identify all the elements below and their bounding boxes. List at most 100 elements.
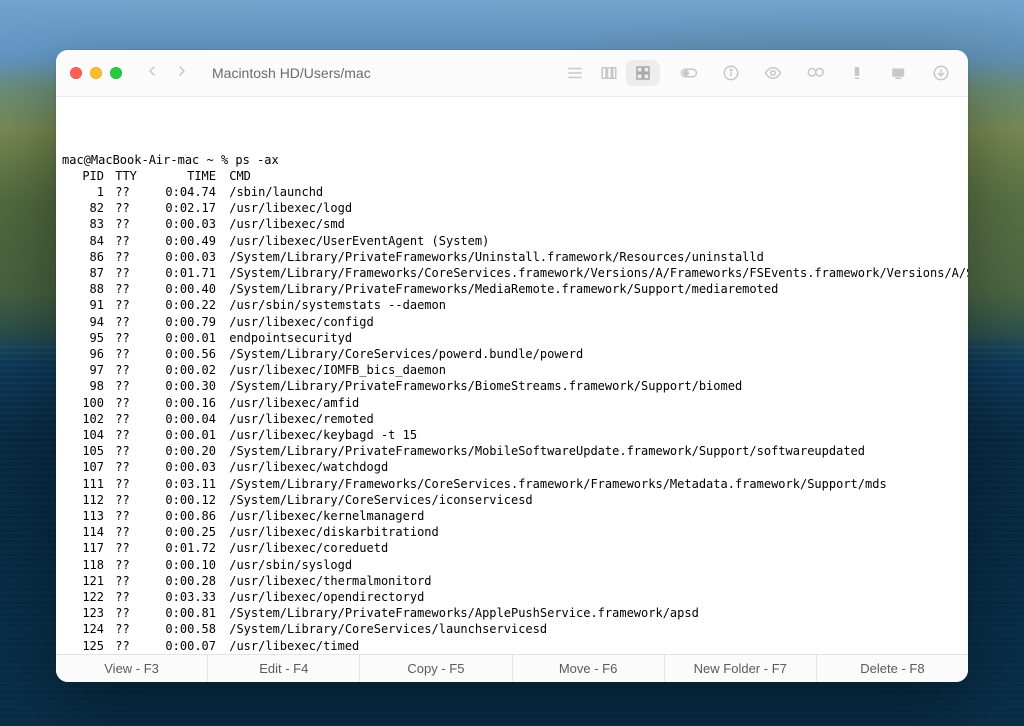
ps-tty: ?? [108, 557, 136, 573]
ps-pid: 117 [60, 540, 108, 556]
ps-pid: 123 [60, 605, 108, 621]
footer-edit-button[interactable]: Edit - F4 [208, 655, 360, 682]
ps-time: 0:00.03 [136, 459, 222, 475]
ps-row: 86 ??0:00.03 /System/Library/PrivateFram… [60, 249, 968, 265]
ps-cmd: /sbin/launchd [222, 184, 968, 200]
ps-pid: 118 [60, 557, 108, 573]
ps-tty: ?? [108, 378, 136, 394]
zoom-icon[interactable] [110, 67, 122, 79]
ps-time: 0:01.71 [136, 265, 222, 281]
ps-cmd: /System/Library/PrivateFrameworks/MediaR… [222, 281, 968, 297]
ps-row: 102 ??0:00.04 /usr/libexec/remoted [60, 411, 968, 427]
ps-pid: 98 [60, 378, 108, 394]
ps-tty: ?? [108, 459, 136, 475]
ps-row: 94 ??0:00.79 /usr/libexec/configd [60, 314, 968, 330]
ps-tty: ?? [108, 281, 136, 297]
ps-cmd: /usr/libexec/timed [222, 638, 968, 654]
ps-time: 0:00.79 [136, 314, 222, 330]
ps-time: 0:00.12 [136, 492, 222, 508]
ps-row: 118 ??0:00.10 /usr/sbin/syslogd [60, 557, 968, 573]
ps-tty: ?? [108, 362, 136, 378]
toggle-icon[interactable] [676, 60, 702, 86]
ps-pid: 124 [60, 621, 108, 637]
ps-cmd: /System/Library/PrivateFrameworks/Mobile… [222, 443, 968, 459]
ps-pid: 105 [60, 443, 108, 459]
ps-pid: 121 [60, 573, 108, 589]
ps-time: 0:00.02 [136, 362, 222, 378]
ps-tty: ?? [108, 200, 136, 216]
ps-row: 82 ??0:02.17 /usr/libexec/logd [60, 200, 968, 216]
footer-copy-button[interactable]: Copy - F5 [360, 655, 512, 682]
ps-pid: 86 [60, 249, 108, 265]
ps-time: 0:00.20 [136, 443, 222, 459]
view-grid-button[interactable] [626, 60, 660, 86]
ps-cmd: /usr/libexec/IOMFB_bics_daemon [222, 362, 968, 378]
ps-cmd: /usr/libexec/diskarbitrationd [222, 524, 968, 540]
footer-newfolder-button[interactable]: New Folder - F7 [665, 655, 817, 682]
ps-time: 0:00.07 [136, 638, 222, 654]
ps-tty: ?? [108, 216, 136, 232]
ps-header-cmd: CMD [222, 168, 968, 184]
ps-time: 0:00.03 [136, 249, 222, 265]
view-list-button[interactable] [558, 60, 592, 86]
footer-move-button[interactable]: Move - F6 [513, 655, 665, 682]
ps-row: 112 ??0:00.12 /System/Library/CoreServic… [60, 492, 968, 508]
connect-icon[interactable] [886, 60, 912, 86]
footer-delete-button[interactable]: Delete - F8 [817, 655, 968, 682]
ps-time: 0:01.72 [136, 540, 222, 556]
ps-row: 105 ??0:00.20 /System/Library/PrivateFra… [60, 443, 968, 459]
ps-cmd: /usr/libexec/watchdogd [222, 459, 968, 475]
ps-tty: ?? [108, 508, 136, 524]
ps-tty: ?? [108, 233, 136, 249]
ps-time: 0:00.49 [136, 233, 222, 249]
ps-cmd: /usr/libexec/smd [222, 216, 968, 232]
ps-cmd: /usr/libexec/logd [222, 200, 968, 216]
ps-row: 123 ??0:00.81 /System/Library/PrivateFra… [60, 605, 968, 621]
ps-tty: ?? [108, 184, 136, 200]
forward-button[interactable] [174, 63, 190, 82]
ps-cmd: /System/Library/CoreServices/iconservice… [222, 492, 968, 508]
ps-pid: 97 [60, 362, 108, 378]
ps-pid: 91 [60, 297, 108, 313]
ps-tty: ?? [108, 249, 136, 265]
ps-pid: 96 [60, 346, 108, 362]
eject-icon[interactable] [844, 60, 870, 86]
app-window: Macintosh HD/Users/mac [56, 50, 968, 682]
ps-tty: ?? [108, 492, 136, 508]
ps-row: 84 ??0:00.49 /usr/libexec/UserEventAgent… [60, 233, 968, 249]
ps-pid: 87 [60, 265, 108, 281]
preview-icon[interactable] [760, 60, 786, 86]
window-controls [70, 67, 122, 79]
ps-pid: 114 [60, 524, 108, 540]
ps-time: 0:00.22 [136, 297, 222, 313]
ps-pid: 100 [60, 395, 108, 411]
search-icon[interactable] [802, 60, 828, 86]
ps-row: 83 ??0:00.03 /usr/libexec/smd [60, 216, 968, 232]
ps-pid: 1 [60, 184, 108, 200]
view-mode-segment [558, 60, 660, 86]
footer-view-button[interactable]: View - F3 [56, 655, 208, 682]
ps-time: 0:03.33 [136, 589, 222, 605]
ps-pid: 107 [60, 459, 108, 475]
ps-row: 100 ??0:00.16 /usr/libexec/amfid [60, 395, 968, 411]
info-icon[interactable] [718, 60, 744, 86]
ps-cmd: /usr/libexec/keybagd -t 15 [222, 427, 968, 443]
toolbar [558, 60, 954, 86]
download-icon[interactable] [928, 60, 954, 86]
ps-cmd: /usr/libexec/remoted [222, 411, 968, 427]
back-button[interactable] [144, 63, 160, 82]
ps-tty: ?? [108, 443, 136, 459]
ps-row: 114 ??0:00.25 /usr/libexec/diskarbitrati… [60, 524, 968, 540]
ps-pid: 122 [60, 589, 108, 605]
ps-row: 104 ??0:00.01 /usr/libexec/keybagd -t 15 [60, 427, 968, 443]
ps-cmd: /usr/libexec/kernelmanagerd [222, 508, 968, 524]
ps-tty: ?? [108, 330, 136, 346]
minimize-icon[interactable] [90, 67, 102, 79]
terminal-output[interactable]: mac@MacBook-Air-mac ~ % ps -axPID TTYTIM… [56, 97, 968, 654]
ps-cmd: /usr/libexec/opendirectoryd [222, 589, 968, 605]
nav-arrows [144, 63, 190, 82]
view-columns-button[interactable] [592, 60, 626, 86]
ps-time: 0:02.17 [136, 200, 222, 216]
ps-row: 1 ??0:04.74 /sbin/launchd [60, 184, 968, 200]
close-icon[interactable] [70, 67, 82, 79]
